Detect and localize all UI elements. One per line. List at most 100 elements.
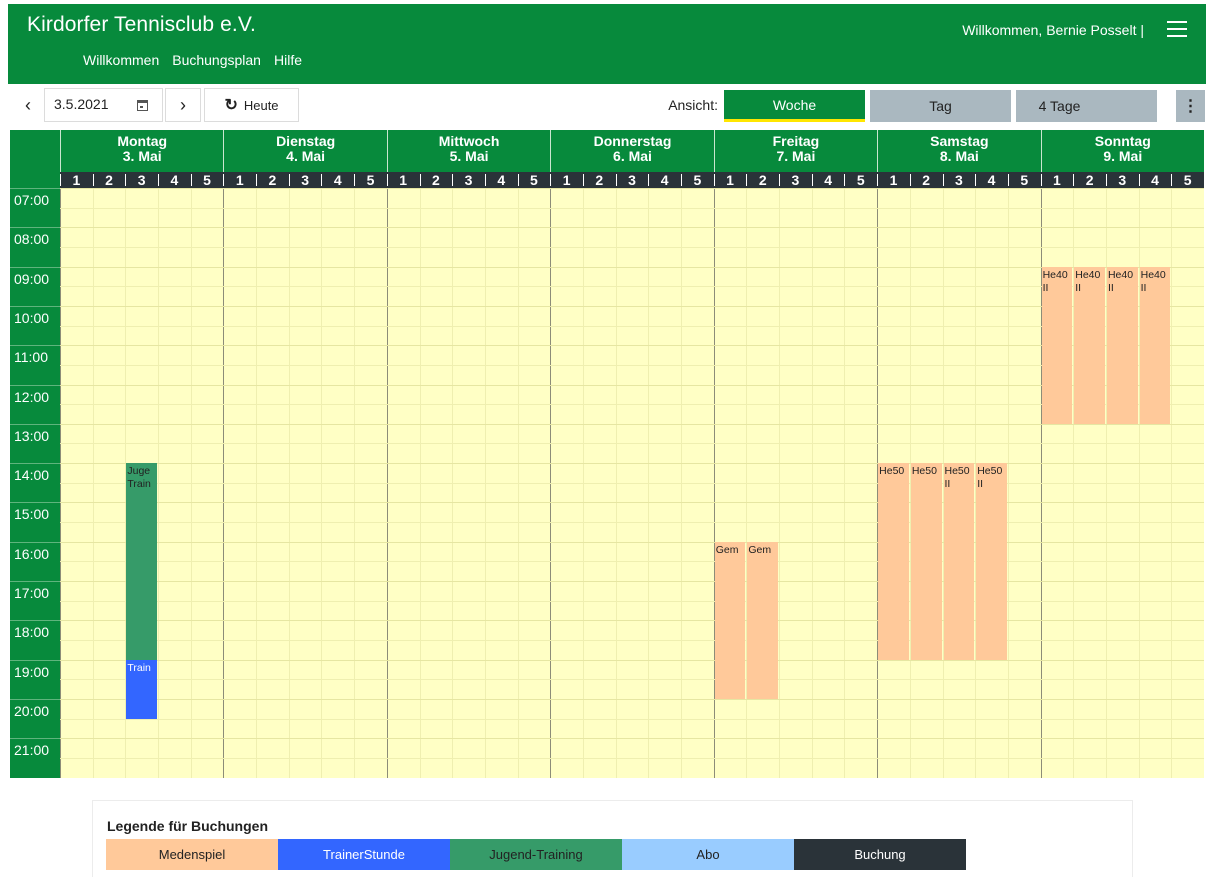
booking-event[interactable]: He50 [910, 463, 942, 660]
court-label: 1 [713, 172, 747, 188]
day-name: Donnerstag [593, 133, 672, 149]
view-week-button[interactable]: Woche [724, 90, 865, 122]
time-label: 12:00 [10, 384, 60, 424]
chevron-left-icon: ‹ [25, 94, 31, 115]
day-date: 4. Mai [286, 148, 326, 164]
grid-line [60, 443, 1204, 445]
court-label: 3 [288, 172, 322, 188]
grid-line [60, 305, 1204, 307]
next-week-button[interactable]: › [165, 88, 201, 122]
court-label: 4 [484, 172, 518, 188]
day-header-2[interactable]: Mittwoch 5. Mai [386, 130, 551, 172]
day-date: 9. Mai [1103, 148, 1143, 164]
day-header-0[interactable]: Montag 3. Mai [60, 130, 224, 172]
grid-line [60, 541, 1204, 543]
refresh-icon: ↻ [224, 97, 238, 114]
welcome-text: Willkommen, Bernie Posselt | [962, 22, 1144, 38]
court-label: 2 [1073, 172, 1106, 188]
grid-line [60, 659, 1204, 661]
day-header-5[interactable]: Samstag 8. Mai [877, 130, 1041, 172]
court-label: 1 [550, 172, 583, 188]
booking-event[interactable]: He50 [878, 463, 909, 660]
grid-line [60, 188, 1204, 189]
day-header-6[interactable]: Sonntag 9. Mai [1040, 130, 1204, 172]
grid-line [60, 620, 1204, 622]
legend-title: Legende für Buchungen [107, 818, 268, 834]
nav-buchungsplan[interactable]: Buchungsplan [172, 52, 261, 68]
grid-line [60, 207, 1204, 209]
court-label: 5 [190, 172, 224, 188]
day-header-1[interactable]: Dienstag 4. Mai [223, 130, 387, 172]
day-name: Mittwoch [438, 133, 500, 149]
booking-event[interactable]: He50 II [976, 463, 1007, 660]
day-name: Freitag [772, 133, 820, 149]
time-label: 19:00 [10, 659, 60, 699]
day-header-4[interactable]: Freitag 7. Mai [713, 130, 878, 172]
day-date: 5. Mai [449, 148, 489, 164]
time-label: 10:00 [10, 305, 60, 345]
court-label: 3 [1105, 172, 1139, 188]
toolbar: ‹ 3.5.2021 › ↻ Heute Ansicht: Woche Tag … [8, 86, 1206, 124]
grid-line [60, 502, 1204, 504]
day-name: Samstag [930, 133, 989, 149]
app-title: Kirdorfer Tennisclub e.V. [27, 13, 256, 36]
day-date: 6. Mai [613, 148, 652, 164]
booking-grid[interactable]: Juge Train Train Gem Gem He50 He50 He50 II He50… [60, 188, 1204, 778]
court-label: 1 [1040, 172, 1074, 188]
booking-event[interactable]: Juge Train [126, 463, 158, 660]
booking-event[interactable]: He40 II [1041, 266, 1073, 424]
today-button[interactable]: ↻ Heute [204, 88, 299, 122]
court-header-row: 12345123451234512345123451234512345 [60, 172, 1204, 188]
view-label: Ansicht: [668, 97, 718, 113]
grid-line [60, 266, 1204, 268]
grid-line [60, 679, 1204, 681]
chevron-right-icon: › [180, 94, 186, 115]
grid-line [60, 561, 1204, 563]
court-label: 5 [844, 172, 877, 188]
court-label: 2 [92, 172, 126, 188]
booking-event[interactable]: Gem [714, 541, 746, 699]
date-input[interactable]: 3.5.2021 [44, 88, 163, 122]
nav-willkommen[interactable]: Willkommen [83, 52, 159, 68]
grid-line [60, 423, 1204, 425]
booking-event[interactable]: He40 II [1106, 266, 1138, 424]
day-header-3[interactable]: Donnerstag 6. Mai [550, 130, 714, 172]
time-label: 08:00 [10, 227, 60, 266]
time-label: 09:00 [10, 266, 60, 306]
court-label: 3 [452, 172, 485, 188]
hamburger-menu-icon[interactable] [1167, 21, 1187, 37]
time-label: 17:00 [10, 581, 60, 620]
court-label: 4 [321, 172, 354, 188]
booking-event[interactable]: He50 II [943, 463, 975, 660]
app-header: Kirdorfer Tennisclub e.V. Willkommen, Be… [8, 4, 1206, 84]
grid-line [60, 286, 1204, 288]
time-column: 07:00 08:00 09:00 10:00 11:00 12:00 13:00 14:00… [10, 188, 60, 778]
more-vertical-icon: ⋮ [1182, 98, 1199, 115]
nav-hilfe[interactable]: Hilfe [274, 52, 302, 68]
court-label: 5 [1171, 172, 1204, 188]
time-label: 14:00 [10, 463, 60, 502]
legend-item: Abo [622, 839, 794, 870]
grid-line [60, 738, 1204, 740]
day-date: 7. Mai [776, 148, 816, 164]
court-label: 3 [615, 172, 649, 188]
view-day-button[interactable]: Tag [870, 90, 1011, 122]
court-label: 4 [158, 172, 191, 188]
time-label: 16:00 [10, 541, 60, 581]
previous-week-button[interactable]: ‹ [11, 88, 45, 122]
court-label: 1 [60, 172, 93, 188]
day-date: 8. Mai [939, 148, 979, 164]
grid-line [60, 757, 1204, 759]
grid-line [60, 463, 1204, 465]
view-4days-button[interactable]: 4 Tage [1016, 90, 1157, 122]
more-options-button[interactable]: ⋮ [1176, 90, 1205, 122]
booking-event[interactable]: Gem [747, 541, 779, 699]
booking-event[interactable]: He40 II [1139, 266, 1171, 424]
legend-item: Buchung [794, 839, 966, 870]
calendar-icon[interactable] [137, 100, 148, 111]
booking-event[interactable]: Train [126, 659, 158, 719]
grid-line [60, 718, 1204, 720]
time-label: 21:00 [10, 738, 60, 777]
booking-event[interactable]: He40 II [1074, 266, 1105, 424]
court-label: 2 [419, 172, 453, 188]
